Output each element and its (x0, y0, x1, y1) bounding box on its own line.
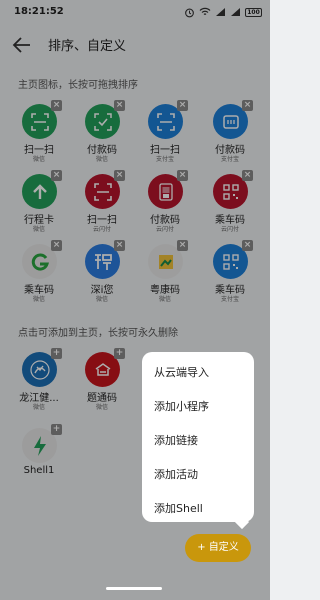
menu-item-add-miniprogram[interactable]: 添加小程序 (142, 390, 254, 424)
add-menu: 从云端导入 添加小程序 添加链接 添加活动 添加Shell (142, 352, 254, 522)
menu-item-add-activity[interactable]: 添加活动 (142, 458, 254, 492)
customize-button[interactable]: + 自定义 (185, 534, 251, 562)
menu-item-add-link[interactable]: 添加链接 (142, 424, 254, 458)
menu-item-import-cloud[interactable]: 从云端导入 (142, 356, 254, 390)
gesture-bar (106, 587, 162, 590)
